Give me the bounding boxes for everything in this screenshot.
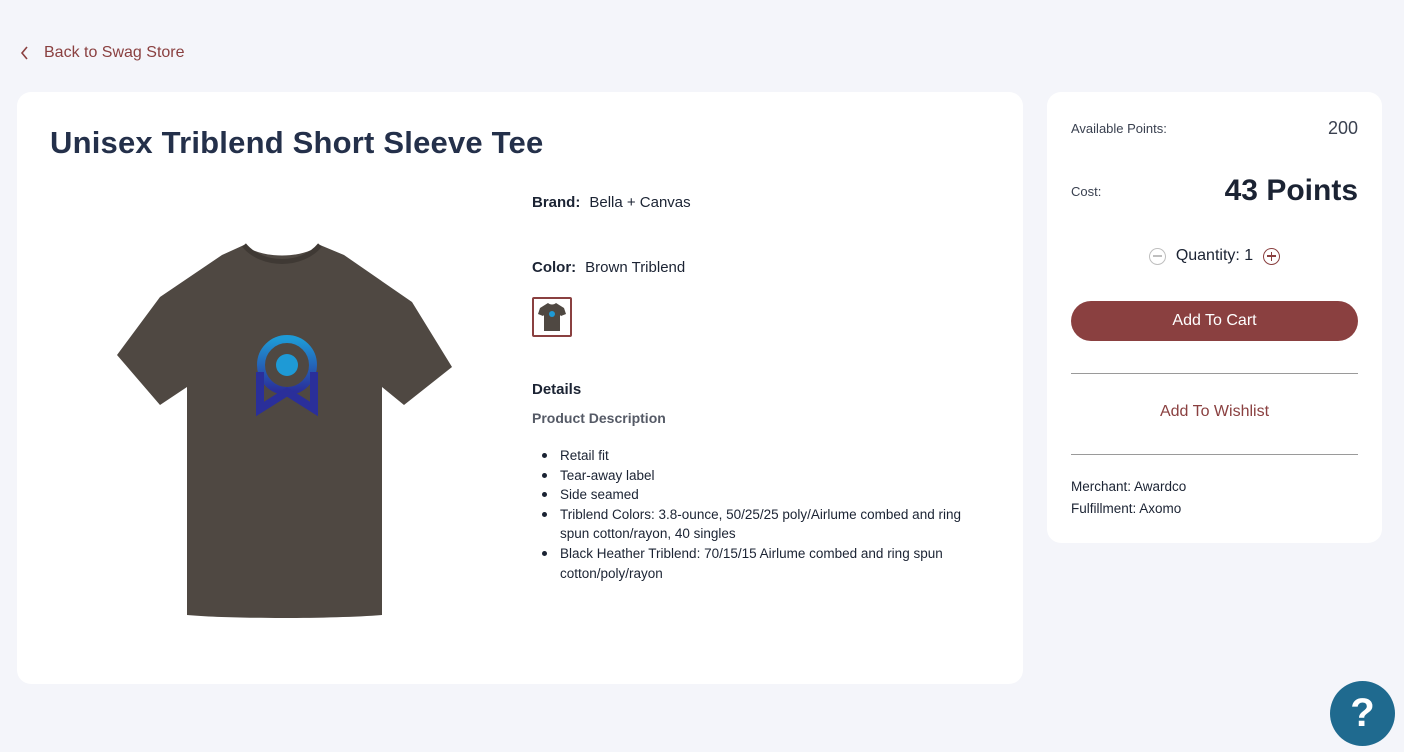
decrease-quantity-button[interactable] — [1148, 247, 1166, 265]
purchase-panel: Available Points: 200 Cost: 43 Points Qu… — [1047, 92, 1382, 543]
fulfillment-text: Fulfillment: Axomo — [1071, 501, 1182, 516]
add-to-wishlist-button[interactable]: Add To Wishlist — [1047, 403, 1382, 421]
feature-list: Retail fit Tear-away label Side seamed T… — [542, 446, 970, 583]
minus-icon — [1152, 255, 1162, 257]
color-row: Color: Brown Triblend — [532, 259, 685, 276]
list-item: Black Heather Triblend: 70/15/15 Airlume… — [540, 544, 970, 583]
back-link-label: Back to Swag Store — [44, 44, 185, 61]
color-swatch-brown-triblend[interactable] — [532, 297, 572, 337]
divider — [1071, 373, 1358, 374]
product-image — [112, 237, 452, 622]
cost-value: 43 Points — [1224, 174, 1358, 207]
available-points-row: Available Points: 200 — [1071, 118, 1358, 139]
color-label: Color: — [532, 259, 577, 276]
list-item: Tear-away label — [540, 466, 970, 486]
quantity-label: Quantity: 1 — [1175, 247, 1254, 264]
available-points-value: 200 — [1327, 118, 1358, 138]
product-card: Unisex Triblend Short Sleeve Tee Brand: … — [17, 92, 1023, 684]
details-heading: Details — [532, 381, 582, 398]
tshirt-thumbnail-icon — [538, 303, 566, 331]
increase-quantity-button[interactable] — [1263, 247, 1281, 265]
question-mark-icon: ? — [1350, 691, 1375, 735]
chevron-left-icon — [20, 46, 28, 60]
list-item: Side seamed — [540, 485, 970, 505]
list-item: Triblend Colors: 3.8-ounce, 50/25/25 pol… — [540, 505, 970, 544]
brand-label: Brand: — [532, 194, 581, 211]
color-value: Brown Triblend — [585, 259, 686, 276]
merchant-info: Merchant: Awardco Fulfillment: Axomo — [1071, 476, 1186, 520]
available-points-label: Available Points: — [1071, 121, 1167, 136]
help-button[interactable]: ? — [1330, 681, 1395, 746]
description-heading: Product Description — [532, 410, 666, 426]
cost-row: Cost: 43 Points — [1071, 174, 1358, 208]
add-to-cart-button[interactable]: Add To Cart — [1071, 301, 1358, 341]
tshirt-image — [117, 243, 452, 618]
brand-row: Brand: Bella + Canvas — [532, 194, 691, 211]
quantity-stepper: Quantity: 1 — [1047, 247, 1382, 265]
back-to-store-link[interactable]: Back to Swag Store — [20, 44, 185, 62]
product-title: Unisex Triblend Short Sleeve Tee — [50, 125, 544, 160]
brand-value: Bella + Canvas — [589, 194, 691, 211]
divider — [1071, 454, 1358, 455]
list-item: Retail fit — [540, 446, 970, 466]
plus-icon-vertical — [1270, 251, 1273, 261]
merchant-text: Merchant: Awardco — [1071, 479, 1187, 494]
cost-label: Cost: — [1071, 183, 1102, 199]
